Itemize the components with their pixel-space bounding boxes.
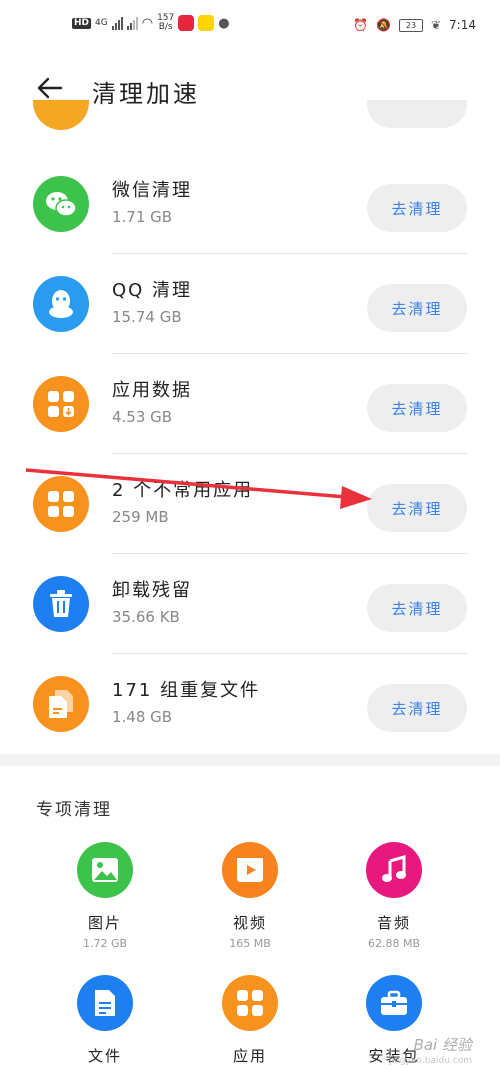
clean-item-size: 35.66 KB xyxy=(112,608,180,626)
app-data-icon xyxy=(33,376,89,432)
special-item-apps[interactable]: 应用 xyxy=(180,975,320,1066)
duplicate-file-icon xyxy=(33,676,89,732)
special-item-label: 视频 xyxy=(232,914,267,932)
status-left: HD 4G ◠ 157 B/s ● xyxy=(72,14,230,32)
special-item-video[interactable]: 视频 165 MB xyxy=(180,842,320,950)
clean-item-size: 259 MB xyxy=(112,508,169,526)
apps-icon xyxy=(222,975,278,1031)
package-icon xyxy=(366,975,422,1031)
special-item-label: 文件 xyxy=(87,1047,122,1065)
video-icon xyxy=(222,842,278,898)
clean-item-size: 1.71 GB xyxy=(112,208,173,226)
clean-item-size: 4.53 GB xyxy=(112,408,173,426)
yy-app-icon xyxy=(198,15,215,31)
alarm-icon: ⏰ xyxy=(353,18,369,32)
signal-icon xyxy=(111,16,123,30)
go-clean-button[interactable]: 去清理 xyxy=(367,484,467,532)
battery-level: 23 xyxy=(405,20,417,30)
speed-unit: B/s xyxy=(158,22,173,32)
clean-item-name: QQ 清理 xyxy=(112,280,193,301)
go-clean-button[interactable]: 去清理 xyxy=(367,584,467,632)
clean-item-name: 微信清理 xyxy=(112,180,192,201)
go-clean-button[interactable]: 去清理 xyxy=(367,184,467,232)
hd-badge: HD xyxy=(72,17,92,29)
clean-item-name: 应用数据 xyxy=(112,380,192,401)
leaf-icon: ❦ xyxy=(430,18,442,32)
status-bar: HD 4G ◠ 157 B/s ● ⏰ 🔕 23 ❦ 7:14 xyxy=(0,0,500,52)
special-clean-title: 专项清理 xyxy=(36,800,112,820)
special-item-label: 图片 xyxy=(87,914,122,932)
list-item-partial xyxy=(0,100,500,154)
image-icon xyxy=(77,842,133,898)
clean-item-row[interactable]: 171 组重复文件 1.48 GB 去清理 xyxy=(0,654,500,754)
apps-grid-icon xyxy=(33,476,89,532)
battery-icon: 23 xyxy=(398,18,423,32)
partial-item-icon xyxy=(33,100,89,130)
status-right: ⏰ 🔕 23 ❦ 7:14 xyxy=(353,18,476,32)
special-item-size: 1.72 GB xyxy=(82,937,128,950)
go-clean-button[interactable]: 去清理 xyxy=(367,284,467,332)
special-item-size: 165 MB xyxy=(229,937,271,950)
go-clean-button[interactable]: 去清理 xyxy=(367,684,467,732)
clean-item-size: 1.48 GB xyxy=(112,708,173,726)
document-icon xyxy=(77,975,133,1031)
network-type: 4G xyxy=(95,18,108,28)
wifi-icon: ◠ xyxy=(141,15,154,31)
trash-icon xyxy=(33,576,89,632)
go-clean-button[interactable]: 去清理 xyxy=(367,384,467,432)
wechat-icon xyxy=(33,176,89,232)
watermark: Bai 经验 jingyan.baidu.com xyxy=(389,1034,472,1066)
network-speed: 157 B/s xyxy=(157,14,174,32)
music-icon xyxy=(366,842,422,898)
clean-item-name: 卸载残留 xyxy=(112,580,192,601)
special-item-music[interactable]: 音频 62.88 MB xyxy=(324,842,464,950)
huawei-app-icon xyxy=(178,15,195,31)
mute-icon: 🔕 xyxy=(376,18,391,32)
qq-icon xyxy=(33,276,89,332)
special-item-label: 应用 xyxy=(232,1047,267,1065)
wechat-notify-icon: ● xyxy=(218,15,230,31)
clean-item-row[interactable]: 卸载残留 35.66 KB 去清理 xyxy=(0,554,500,654)
signal2-icon xyxy=(126,16,138,30)
clean-item-row[interactable]: QQ 清理 15.74 GB 去清理 xyxy=(0,254,500,354)
special-item-document[interactable]: 文件 xyxy=(35,975,175,1066)
watermark-text: Bai 经验 xyxy=(413,1036,472,1054)
clean-item-name: 2 个不常用应用 xyxy=(112,480,254,501)
partial-clean-button[interactable] xyxy=(367,100,467,128)
clean-item-name: 171 组重复文件 xyxy=(112,680,261,701)
special-item-image[interactable]: 图片 1.72 GB xyxy=(35,842,175,950)
special-item-label: 音频 xyxy=(376,914,411,932)
watermark-sub: jingyan.baidu.com xyxy=(388,1056,472,1066)
clean-item-row[interactable]: 微信清理 1.71 GB 去清理 xyxy=(0,154,500,254)
section-divider xyxy=(0,754,500,766)
special-item-size: 62.88 MB xyxy=(367,937,421,950)
clean-item-size: 15.74 GB xyxy=(112,308,182,326)
clean-item-row[interactable]: 2 个不常用应用 259 MB 去清理 xyxy=(0,454,500,554)
clock: 7:14 xyxy=(449,18,476,32)
clean-item-row[interactable]: 应用数据 4.53 GB 去清理 xyxy=(0,354,500,454)
